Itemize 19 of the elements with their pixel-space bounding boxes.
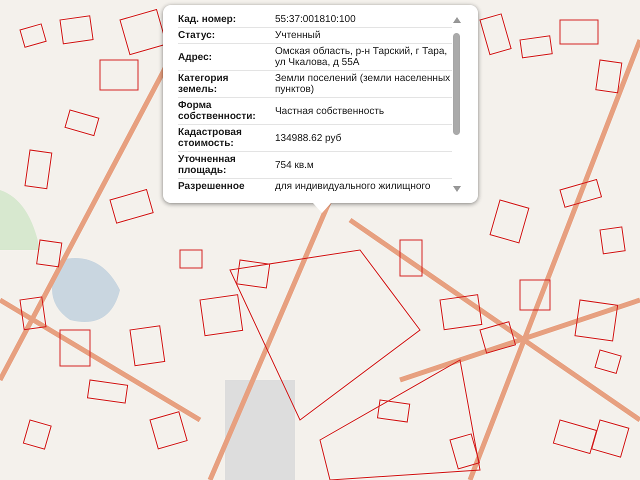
field-label: Кадастровая стоимость: (178, 127, 243, 149)
field-value: 754 кв.м (275, 160, 315, 170)
field-value: для индивидуального жилищного (275, 181, 432, 192)
field-value: Омская область, р-н Тарский, г Тара, ул Чкалова, д 55А (275, 46, 448, 68)
scroll-up-icon[interactable] (453, 17, 461, 23)
field-value: 134988.62 руб (275, 132, 342, 144)
field-label: Кад. номер: (178, 14, 238, 25)
field-label: Уточненная площадь: (178, 154, 237, 176)
field-label: Категория земель: (178, 73, 230, 95)
field-label: Форма собственности: (178, 100, 257, 122)
field-value: Частная собственность (275, 106, 386, 116)
field-value: 55:37:001810:100 (275, 14, 357, 25)
field-value: Учтенный (275, 30, 322, 41)
field-value: Земли поселений (земли населенных пунктов) (275, 73, 452, 95)
scrollbar-thumb[interactable] (453, 33, 460, 135)
field-label: Статус: (178, 30, 216, 41)
scroll-down-icon[interactable] (453, 186, 461, 192)
field-label: Разрешенное (178, 181, 246, 192)
field-label: Адрес: (178, 52, 213, 62)
